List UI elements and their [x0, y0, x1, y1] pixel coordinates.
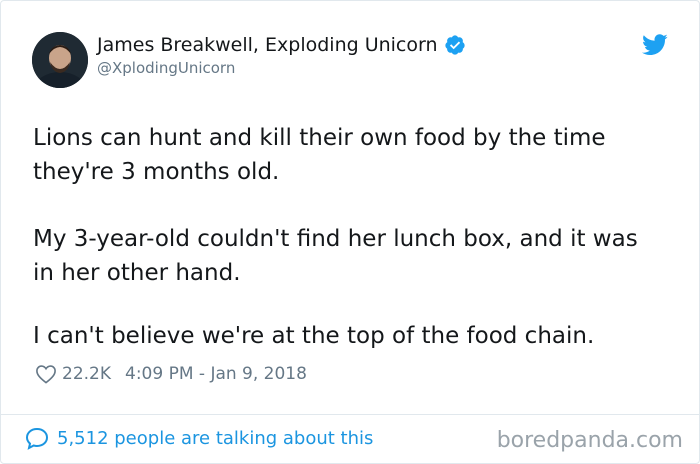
tweet-paragraph-2: My 3-year-old couldn't find her lunch bo… [33, 222, 673, 290]
tweet-line: Lions can hunt and kill their own food b… [33, 125, 606, 151]
watermark: boredpanda.com [496, 428, 683, 453]
avatar-image [32, 32, 88, 88]
verified-badge-icon [444, 35, 465, 55]
author-row: James Breakwell, Exploding Unicorn [97, 34, 466, 56]
tweet-line: I can't believe we're at the top of the … [33, 323, 595, 349]
tweet-meta: 22.2K 4:09 PM - Jan 9, 2018 [35, 364, 307, 384]
like-count[interactable]: 22.2K [62, 364, 111, 384]
heart-icon[interactable] [35, 364, 57, 384]
conversation-link[interactable]: 5,512 people are talking about this [25, 427, 373, 450]
conversation-text: 5,512 people are talking about this [57, 428, 374, 449]
tweet-card: James Breakwell, Exploding Unicorn @Xplo… [0, 0, 700, 464]
author-name[interactable]: James Breakwell, Exploding Unicorn [97, 34, 438, 56]
avatar[interactable] [32, 32, 88, 88]
tweet-paragraph-1: Lions can hunt and kill their own food b… [33, 121, 673, 189]
tweet-paragraph-3: I can't believe we're at the top of the … [33, 319, 673, 353]
tweet-line: in her other hand. [33, 260, 241, 286]
twitter-bird-icon[interactable] [642, 34, 668, 56]
speech-bubble-icon [25, 427, 49, 450]
divider [1, 414, 699, 415]
timestamp[interactable]: 4:09 PM - Jan 9, 2018 [125, 364, 307, 384]
tweet-line: My 3-year-old couldn't find her lunch bo… [33, 226, 638, 252]
author-handle[interactable]: @XplodingUnicorn [97, 59, 235, 77]
tweet-line: they're 3 months old. [33, 159, 280, 185]
